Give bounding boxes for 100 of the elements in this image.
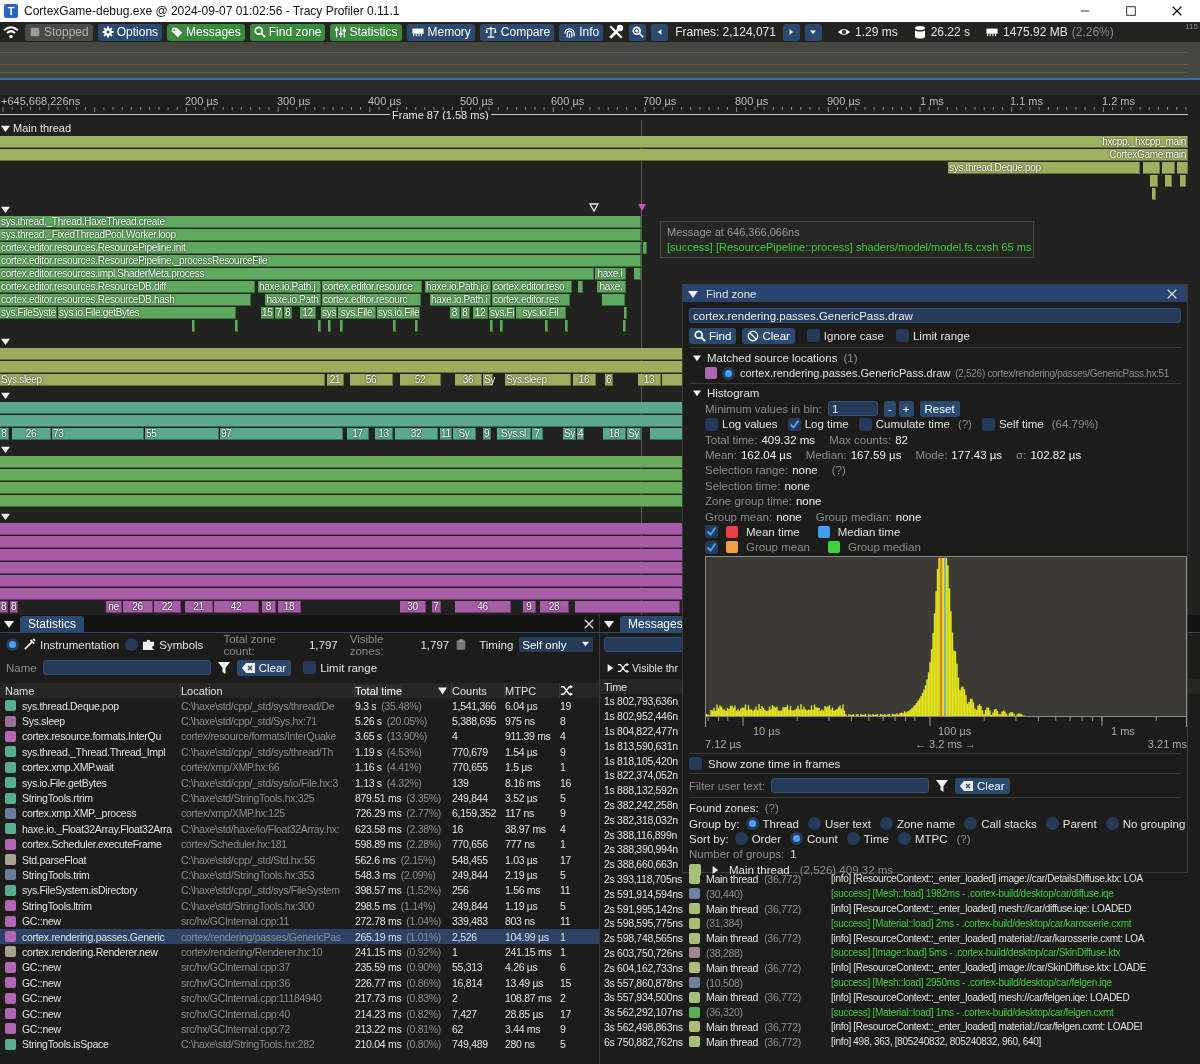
clear-button[interactable]: Clear — [236, 659, 292, 676]
radio-button[interactable] — [722, 366, 735, 380]
zone[interactable]: sys.io.File — [377, 307, 420, 319]
zone[interactable]: 16 — [573, 374, 596, 386]
checkbox[interactable] — [705, 417, 718, 431]
table-row[interactable]: StringTools.rtrim C:\haxe\std/StringTools.hx:325 879.51 ms (3.35%) 249,844 3.52 µs 5 — [0, 790, 599, 806]
zone[interactable]: 15 — [261, 307, 274, 319]
zone[interactable]: 32 — [395, 428, 438, 440]
table-row[interactable]: cortex.Scheduler.executeFrame cortex/Scheduler.hx:181 598.89 ms (2.28%) 770,656 777 ns 1 — [0, 836, 599, 852]
group-name[interactable]: Main thread — [729, 863, 790, 876]
zone[interactable]: Sy — [563, 428, 576, 440]
table-row[interactable]: haxe.io._Float32Array.Float32Arra C:\haxe\std/haxe/io/Float32Array.hx: 623.58 ms (2.38%) 16 38.97 ms 4 — [0, 821, 599, 837]
zone[interactable]: sys.thread._FixedThreadPool.Worker.loop — [0, 229, 641, 241]
histogram-plot[interactable] — [705, 556, 1187, 718]
zone[interactable]: 30 — [400, 601, 426, 613]
zone[interactable]: ne — [106, 601, 122, 613]
checkbox[interactable] — [787, 417, 801, 431]
table-row[interactable]: cortex.rendering.Renderer.new cortex/rendering/Renderer.hx:10 241.15 ms (0.92%) 1 241.15 ms 1 — [0, 944, 599, 960]
zone[interactable]: haxe.io.Path.i — [430, 294, 491, 306]
toolbar-button[interactable]: Info — [559, 23, 604, 41]
message-row[interactable]: 2s 603,750,726ns (38,288) [success] [Image::load] 5ms - .cortex-build/desktop/car/SkinDiffuse.ktx — [600, 945, 1200, 961]
thread-name[interactable]: Main thread — [13, 122, 72, 134]
zone[interactable]: 8 — [461, 307, 470, 319]
toolbar-button[interactable]: Options — [97, 23, 163, 41]
zone[interactable]: sys.thread.Deque.pop — [948, 162, 1140, 174]
caret-icon[interactable] — [1, 205, 10, 214]
caret-icon[interactable] — [693, 353, 701, 362]
zone[interactable]: haxe.io.Path — [265, 294, 321, 306]
zone[interactable]: Sy — [627, 428, 641, 440]
zone[interactable]: 46 — [455, 601, 511, 613]
table-row[interactable]: GC::new src/hx/GCInternal.cpp:11184940 217.73 ms (0.83%) 2 108.87 ms 2 — [0, 990, 599, 1006]
sort-icon[interactable] — [438, 686, 447, 695]
visible-threads-label[interactable]: Visible thr — [632, 661, 678, 674]
caret-icon[interactable] — [1, 445, 10, 454]
table-row[interactable]: GC::new src/hx/GCInternal.cpp:40 214.23 ms (0.82%) 7,427 28.85 µs 17 — [0, 1005, 599, 1022]
table-row[interactable]: sys.io.File.getBytes C:\haxe\std/cpp/_std/sys/io/File.hx:3 1.13 s (4.32%) 139 8.16 ms 16 — [0, 774, 599, 791]
zone[interactable]: cortex.editor.resources.impl.ShaderMeta.process — [0, 268, 594, 280]
close-icon[interactable] — [1171, 5, 1183, 17]
table-row[interactable]: sys.thread.Deque.pop C:\haxe\std/cpp/_std/sys/thread/De 9.3 s (35.48%) 1,541,366 6.04 µs 19 — [0, 698, 599, 714]
zone[interactable]: CortexGame.main — [0, 149, 1188, 161]
caret-icon[interactable] — [606, 663, 614, 672]
toolbar-button[interactable] — [629, 23, 647, 41]
zone[interactable]: cortex.editor.resources.ResourcePipeline.init — [0, 242, 641, 254]
zone[interactable]: cortex.editor.resources.ResourceDB.diff — [0, 281, 255, 293]
checkbox[interactable] — [705, 525, 718, 539]
zone[interactable]: sys.io.File.getBytes — [58, 307, 236, 319]
find-button[interactable]: Find — [689, 327, 737, 344]
zone[interactable]: 13 — [375, 428, 393, 440]
zone[interactable]: 18 — [603, 428, 626, 440]
message-row[interactable]: 2s 604,162,733ns Main thread (36,772) [info] [ResourceContext::_enter_loaded] image://car/SkinDiffuse.ktx: LOADE — [600, 960, 1200, 976]
zone[interactable]: 9 — [483, 428, 491, 440]
zone[interactable]: 17 — [347, 428, 369, 440]
zone[interactable]: 18 — [278, 601, 301, 613]
checkbox[interactable] — [895, 329, 909, 342]
table-row[interactable]: cortex.xmp.XMP._process cortex/xmp/XMP.hx:125 726.29 ms (2.77%) 6,159,352 117 ns 9 — [0, 805, 599, 822]
zone[interactable]: haxe.i — [595, 268, 626, 280]
timing-dropdown[interactable]: Self only — [519, 637, 593, 652]
message-row[interactable]: 2s 591,914,594ns (30,440) [success] [Mesh::load] 1982ms - .cortex-build/desktop/car/diffuse.iqe — [600, 886, 1200, 902]
section-header[interactable]: Matched source locations — [707, 351, 838, 364]
zone[interactable]: 28 — [540, 601, 569, 613]
zone[interactable]: 36 — [455, 374, 482, 386]
zone[interactable]: hxcpp._hxcpp_main — [0, 136, 1188, 148]
caret-icon[interactable] — [1, 391, 10, 400]
checkbox[interactable] — [303, 661, 317, 674]
zone[interactable]: 7 — [532, 428, 543, 440]
zone[interactable]: cortex.editor.resources.ResourceDB.hash — [0, 294, 251, 306]
table-row[interactable]: cortex.resource.formats.InterQu cortex/resource/formats/InterQuake 3.65 s (13.90%) 4 911.39 ms 4 — [0, 728, 599, 745]
zone[interactable]: 7 — [275, 307, 283, 319]
radio-button[interactable] — [6, 638, 19, 651]
radio-button[interactable] — [1105, 817, 1119, 831]
zone[interactable]: 56 — [350, 374, 393, 386]
zone[interactable]: cortex.editor.resourc — [322, 294, 421, 306]
zone[interactable]: 21 — [327, 374, 344, 386]
message-row[interactable]: 2s 591,995,142ns Main thread (36,772) [info] [ResourceContext::_enter_loaded] mesh://car/diffuse.iqe: LOADED — [600, 901, 1200, 916]
caret-icon[interactable] — [604, 618, 614, 629]
checkbox[interactable] — [858, 417, 872, 431]
column-header[interactable]: Name — [5, 684, 35, 697]
checkbox[interactable] — [705, 540, 718, 554]
zone[interactable]: haxe. — [597, 281, 626, 293]
zone[interactable]: 9 — [523, 601, 536, 613]
zone[interactable]: haxe.io.Path.j — [258, 281, 321, 293]
toolbar-button[interactable]: Find zone — [249, 23, 326, 41]
zone[interactable]: 42 — [214, 601, 259, 613]
radio-button[interactable] — [846, 832, 860, 846]
caret-icon[interactable] — [4, 618, 14, 629]
zone[interactable]: Sys.sl — [497, 428, 531, 440]
search-field[interactable]: cortex.rendering.passes.GenericPass.draw — [689, 308, 1181, 323]
table-row[interactable]: Sys.sleep C:\haxe\std/cpp/_std/Sys.hx:71 5.26 s (20.05%) 5,388,695 975 ns 8 — [0, 713, 599, 729]
caret-icon[interactable] — [1, 124, 10, 133]
zone[interactable]: 12 — [473, 307, 488, 319]
table-row[interactable]: sys.thread._Thread.Thread_Impl C:\haxe\std/cpp/_std/sys/thread/Th 1.19 s (4.53%) 770,679 1.54 µs 9 — [0, 744, 599, 760]
decrement-button[interactable]: - — [883, 400, 896, 417]
user-text-filter-field[interactable] — [771, 778, 930, 794]
toolbar-button[interactable]: Messages — [167, 23, 245, 41]
message-row[interactable]: 6s 750,882,762ns Main thread (36,772) [info] 498, 363, [805240832, 805240832, 960, 640] — [600, 1034, 1200, 1050]
message-row[interactable]: 3s 557,934,500ns Main thread (36,772) [info] [ResourceContext::_enter_loaded] mesh://car/felgen.iqe: LOADED — [600, 989, 1200, 1005]
zone[interactable]: 13 — [638, 374, 661, 386]
radio-button[interactable] — [1045, 817, 1059, 831]
toolbar-button[interactable] — [782, 23, 800, 41]
zone[interactable]: Sys.sleep — [0, 374, 325, 386]
